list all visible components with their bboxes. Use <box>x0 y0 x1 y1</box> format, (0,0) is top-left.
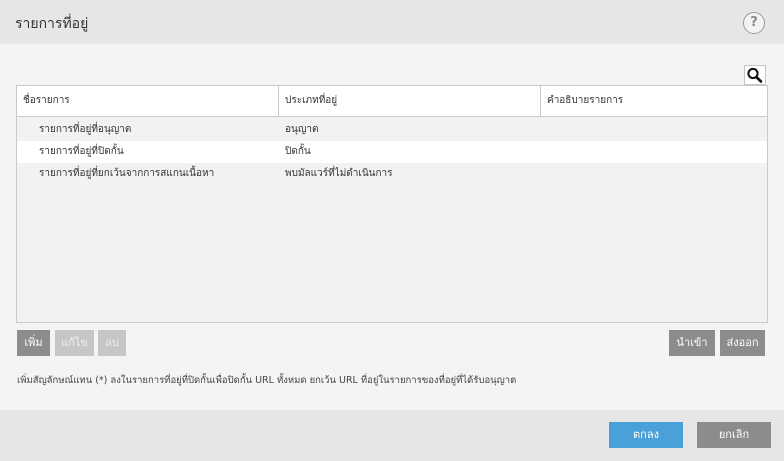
add-button[interactable]: เพิ่ม <box>17 330 50 356</box>
delete-button[interactable]: ลบ <box>98 330 126 356</box>
search-icon <box>747 67 763 83</box>
import-button[interactable]: นำเข้า <box>669 330 715 356</box>
row-type: ปิดกั้น <box>285 146 311 157</box>
row-type: อนุญาต <box>285 124 319 135</box>
column-header-description[interactable]: คำอธิบายรายการ <box>541 86 767 116</box>
address-list-table: ชื่อรายการ ประเภทที่อยู่ คำอธิบายรายการ … <box>16 85 768 323</box>
cancel-button[interactable]: ยกเลิก <box>697 422 771 448</box>
table-header: ชื่อรายการ ประเภทที่อยู่ คำอธิบายรายการ <box>17 86 767 117</box>
column-header-list-name[interactable]: ชื่อรายการ <box>17 86 279 116</box>
row-name: รายการที่อยู่ที่อนุญาต <box>39 124 132 135</box>
ok-button[interactable]: ตกลง <box>609 422 683 448</box>
column-header-address-type[interactable]: ประเภทที่อยู่ <box>279 86 541 116</box>
search-button[interactable] <box>744 65 766 85</box>
table-row[interactable]: รายการที่อยู่ที่ปิดกั้น ปิดกั้น <box>17 141 767 163</box>
table-row[interactable]: รายการที่อยู่ที่ยกเว้นจากการสแกนเนื้อหา … <box>17 163 767 185</box>
help-button[interactable]: ? <box>743 12 765 34</box>
row-name: รายการที่อยู่ที่ยกเว้นจากการสแกนเนื้อหา <box>39 168 215 179</box>
edit-button[interactable]: แก้ไข <box>55 330 94 356</box>
row-type: พบมัลแวร์ที่ไม่ดำเนินการ <box>285 168 393 179</box>
row-name: รายการที่อยู่ที่ปิดกั้น <box>39 146 124 157</box>
wildcard-note: เพิ่มสัญลักษณ์แทน (*) ลงในรายการที่อยู่ท… <box>17 375 517 386</box>
table-row[interactable]: รายการที่อยู่ที่อนุญาต อนุญาต <box>17 119 767 141</box>
dialog-titlebar: รายการที่อยู่ ? <box>0 0 784 44</box>
dialog-title: รายการที่อยู่ <box>15 16 89 32</box>
export-button[interactable]: ส่งออก <box>720 330 765 356</box>
